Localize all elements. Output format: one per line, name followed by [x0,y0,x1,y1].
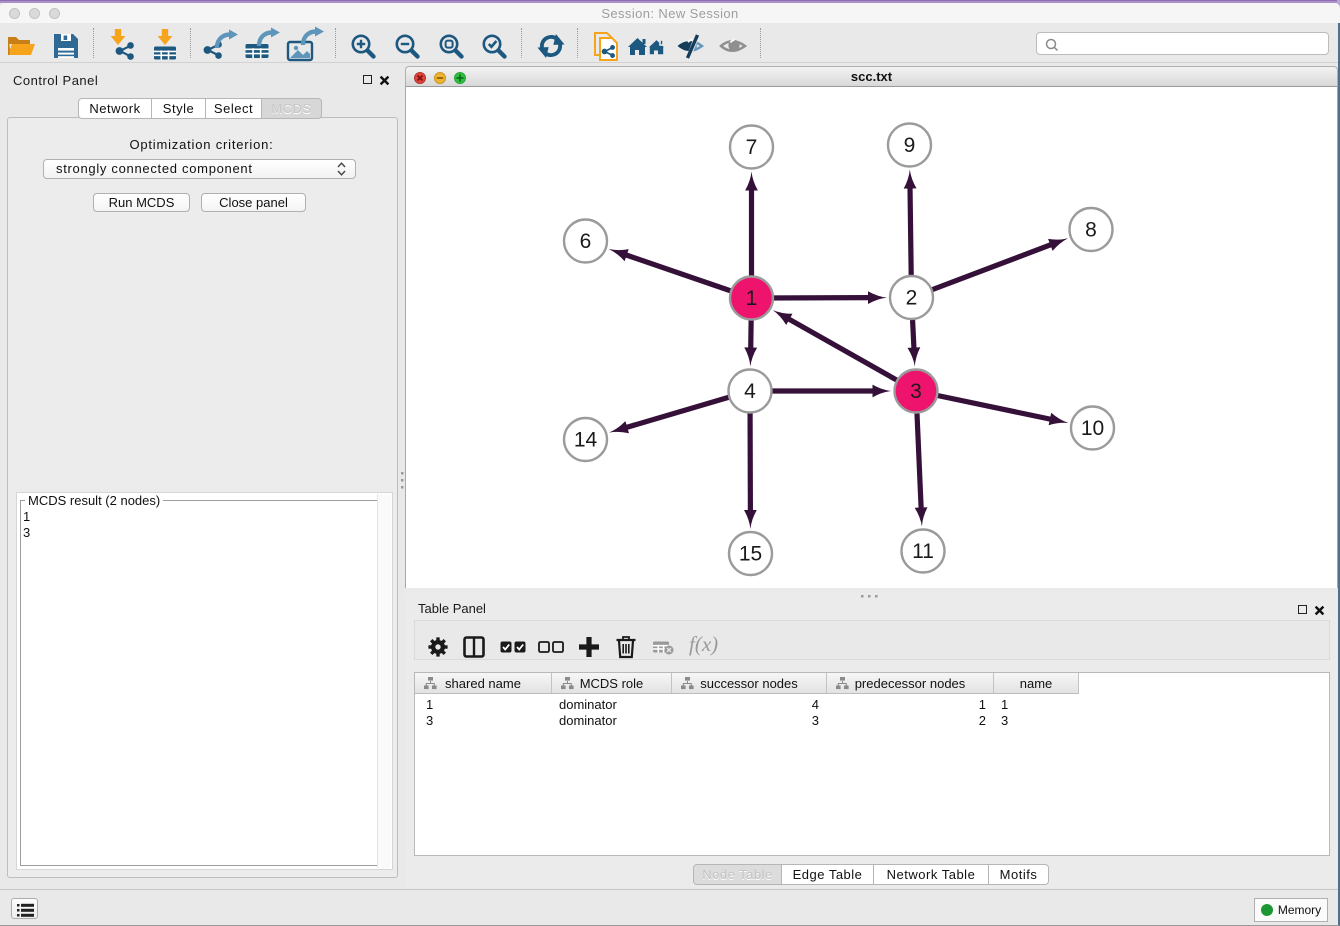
svg-text:1: 1 [746,287,758,310]
svg-text:10: 10 [1081,417,1104,440]
svg-text:7: 7 [746,136,758,159]
svg-text:9: 9 [904,134,916,157]
svg-text:8: 8 [1085,219,1097,242]
svg-text:14: 14 [574,429,598,452]
svg-text:2: 2 [906,287,918,310]
svg-text:4: 4 [744,380,756,403]
svg-text:6: 6 [580,230,592,253]
svg-text:11: 11 [912,540,934,563]
svg-text:15: 15 [739,543,762,566]
svg-text:3: 3 [910,380,922,403]
